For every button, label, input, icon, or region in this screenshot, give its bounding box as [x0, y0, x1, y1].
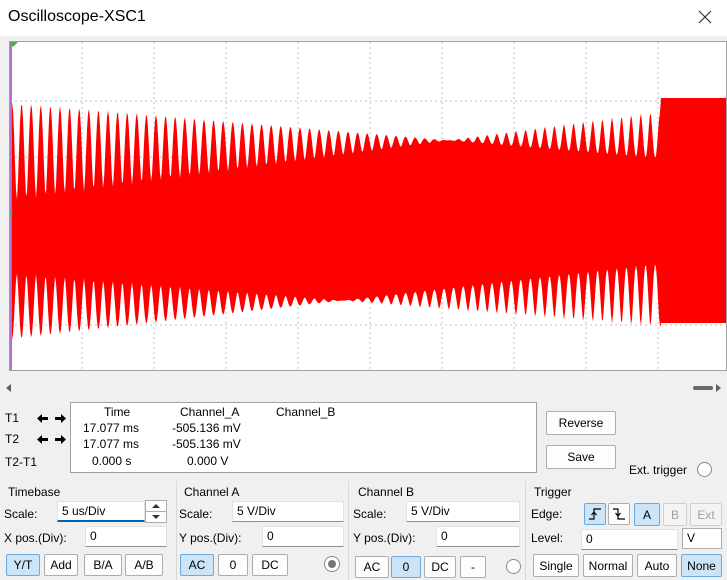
close-icon: [698, 10, 712, 24]
rising-edge-icon: [589, 508, 601, 520]
channel-b-zero-button[interactable]: 0: [391, 556, 421, 578]
spin-up-icon[interactable]: [152, 504, 160, 508]
channel-b-scale-input[interactable]: 5 V/Div: [406, 501, 520, 522]
timebase-xpos-label: X pos.(Div):: [4, 531, 67, 545]
timebase-xpos-input[interactable]: 0: [85, 526, 167, 547]
header-channel-b: Channel_B: [276, 405, 336, 419]
mode-ba-button[interactable]: B/A: [84, 554, 122, 576]
trigger-level-unit-select[interactable]: V: [682, 528, 722, 549]
mode-add-button[interactable]: Add: [44, 554, 78, 576]
mode-ab-button[interactable]: A/B: [125, 554, 163, 576]
measurement-readout: Time Channel_A Channel_B 17.077 ms -505.…: [70, 402, 537, 473]
trigger-single-button[interactable]: Single: [533, 554, 579, 577]
title-bar: Oscilloscope-XSC1: [0, 0, 727, 36]
timebase-scale-label: Scale:: [4, 507, 38, 521]
trigger-edge-label: Edge:: [531, 507, 563, 521]
channel-b-ac-button[interactable]: AC: [355, 556, 389, 578]
falling-edge-icon: [613, 508, 625, 520]
trigger-title: Trigger: [534, 485, 572, 499]
cursor-t2-label: T2: [5, 432, 20, 446]
rising-edge-button[interactable]: [584, 503, 606, 525]
channel-a-scale-label: Scale:: [179, 507, 213, 521]
trigger-level-input[interactable]: 0: [581, 529, 678, 550]
channel-b-scale-label: Scale:: [353, 507, 387, 521]
ext-trigger-label: Ext. trigger: [629, 463, 688, 477]
spin-down-icon[interactable]: [152, 515, 160, 519]
cursor-t2-controls: T2: [5, 432, 68, 446]
t2-channel-a: -505.136 mV: [172, 437, 241, 451]
channel-b-ypos-input[interactable]: 0: [436, 526, 520, 547]
trigger-source-b-button[interactable]: B: [663, 503, 687, 526]
save-button[interactable]: Save: [546, 445, 616, 469]
trigger-level-label: Level:: [531, 531, 564, 545]
timebase-scale-spinner[interactable]: [145, 500, 167, 523]
channel-a-scale-input[interactable]: 5 V/Div: [232, 501, 344, 522]
scroll-left-icon[interactable]: [6, 384, 11, 392]
t2-t1-time: 0.000 s: [92, 454, 132, 468]
falling-edge-button[interactable]: [608, 503, 630, 525]
scroll-thumb[interactable]: [693, 386, 713, 390]
close-button[interactable]: [683, 0, 727, 34]
trigger-normal-button[interactable]: Normal: [583, 554, 633, 577]
t2-t1-channel-a: 0.000 V: [187, 454, 229, 468]
channel-a-ypos-label: Y pos.(Div):: [179, 531, 242, 545]
channel-a-title: Channel A: [184, 485, 240, 499]
window-title: Oscilloscope-XSC1: [8, 8, 146, 25]
horizontal-scrollbar[interactable]: [0, 379, 727, 397]
channel-a-terminal[interactable]: [324, 556, 340, 572]
cursor-t2-right-button[interactable]: [53, 432, 68, 446]
arrow-left-icon: [37, 434, 48, 444]
channel-a-dc-button[interactable]: DC: [252, 554, 288, 576]
arrow-right-icon: [55, 434, 66, 444]
t1-time: 17.077 ms: [83, 421, 140, 435]
t2-t1-label: T2-T1: [5, 455, 38, 469]
channel-b-terminal[interactable]: [506, 559, 521, 574]
divider: [176, 481, 177, 580]
trigger-source-a-button[interactable]: A: [634, 503, 660, 526]
scope-display: [9, 41, 727, 371]
trigger-auto-button[interactable]: Auto: [637, 554, 677, 577]
scroll-right-icon[interactable]: [716, 384, 721, 392]
reverse-button[interactable]: Reverse: [546, 411, 616, 435]
channel-b-title: Channel B: [358, 485, 415, 499]
divider: [525, 481, 526, 580]
mode-yt-button[interactable]: Y/T: [6, 554, 40, 576]
ext-trigger-terminal[interactable]: [697, 462, 712, 477]
divider: [348, 481, 349, 580]
cursor-t1-left-button[interactable]: [35, 411, 50, 425]
arrow-right-icon: [55, 413, 66, 423]
trigger-source-ext-button[interactable]: Ext: [690, 503, 722, 526]
channel-b-dc-button[interactable]: DC: [424, 556, 456, 578]
t1-channel-a: -505.136 mV: [172, 421, 241, 435]
channel-a-terminal-dot: [328, 560, 336, 568]
channel-b-minus-button[interactable]: -: [460, 556, 486, 578]
cursor-t1-label: T1: [5, 411, 20, 425]
cursor-t2-left-button[interactable]: [35, 432, 50, 446]
timebase-title: Timebase: [8, 485, 61, 499]
channel-b-ypos-label: Y pos.(Div):: [353, 531, 416, 545]
t2-time: 17.077 ms: [83, 437, 140, 451]
channel-a-ypos-input[interactable]: 0: [262, 526, 344, 547]
arrow-left-icon: [37, 413, 48, 423]
header-time: Time: [104, 405, 131, 419]
channel-a-ac-button[interactable]: AC: [180, 554, 214, 576]
channel-a-zero-button[interactable]: 0: [218, 554, 248, 576]
timebase-scale-input[interactable]: 5 us/Div: [57, 501, 145, 522]
header-channel-a: Channel_A: [180, 405, 240, 419]
trigger-none-button[interactable]: None: [681, 554, 722, 577]
waveform-plot: [10, 42, 726, 370]
cursor-t1-right-button[interactable]: [53, 411, 68, 425]
cursor-t1-controls: T1: [5, 411, 68, 425]
